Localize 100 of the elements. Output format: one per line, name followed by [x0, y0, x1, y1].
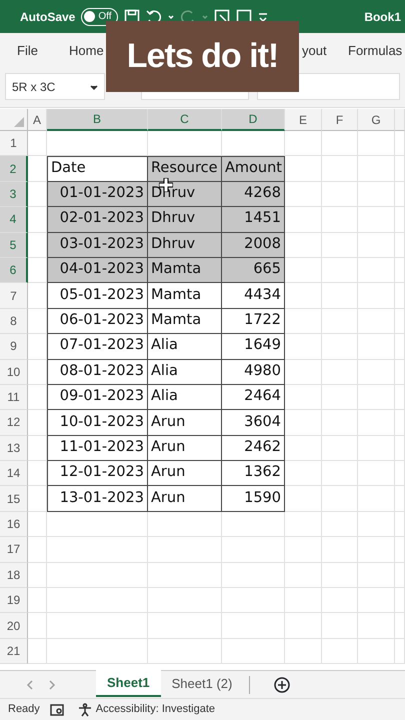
- empty-cell[interactable]: [322, 537, 358, 563]
- table-cell[interactable]: Mamta: [148, 308, 222, 334]
- empty-cell[interactable]: [322, 207, 358, 233]
- empty-cell[interactable]: [222, 562, 285, 588]
- table-cell[interactable]: 12-01-2023: [47, 461, 148, 486]
- empty-cell[interactable]: [395, 182, 405, 208]
- row-header[interactable]: 6: [0, 258, 28, 284]
- empty-cell[interactable]: [358, 588, 395, 614]
- empty-cell[interactable]: [28, 308, 47, 334]
- empty-cell[interactable]: [358, 156, 395, 182]
- table-cell[interactable]: Alia: [148, 360, 222, 385]
- table-cell[interactable]: Amount: [222, 156, 285, 182]
- empty-cell[interactable]: [28, 638, 47, 664]
- column-header[interactable]: E: [285, 109, 322, 131]
- empty-cell[interactable]: [285, 638, 322, 664]
- empty-cell[interactable]: [285, 562, 322, 588]
- empty-cell[interactable]: [395, 461, 405, 486]
- ribbon-tab[interactable]: Home: [69, 41, 104, 60]
- empty-cell[interactable]: [395, 156, 405, 182]
- accessibility-status[interactable]: Accessibility: Investigate: [96, 701, 216, 718]
- empty-cell[interactable]: [358, 334, 395, 360]
- row-header[interactable]: 18: [0, 562, 28, 588]
- sheet-tab[interactable]: Sheet1 (2): [160, 670, 244, 697]
- empty-cell[interactable]: [358, 308, 395, 334]
- empty-cell[interactable]: [222, 638, 285, 664]
- table-cell[interactable]: Arun: [148, 461, 222, 486]
- empty-cell[interactable]: [285, 537, 322, 563]
- row-header[interactable]: 10: [0, 360, 28, 385]
- empty-cell[interactable]: [285, 131, 322, 156]
- empty-cell[interactable]: [322, 283, 358, 309]
- table-cell[interactable]: Mamta: [148, 258, 222, 284]
- empty-cell[interactable]: [28, 156, 47, 182]
- accessibility-icon[interactable]: [78, 702, 92, 716]
- add-sheet-icon[interactable]: [274, 676, 290, 692]
- empty-cell[interactable]: [358, 436, 395, 462]
- empty-cell[interactable]: [322, 232, 358, 258]
- macro-icon[interactable]: [50, 704, 64, 716]
- table-cell[interactable]: 4268: [222, 182, 285, 208]
- empty-cell[interactable]: [358, 258, 395, 284]
- empty-cell[interactable]: [358, 638, 395, 664]
- empty-cell[interactable]: [322, 156, 358, 182]
- empty-cell[interactable]: [322, 562, 358, 588]
- empty-cell[interactable]: [358, 131, 395, 156]
- empty-cell[interactable]: [28, 588, 47, 614]
- empty-cell[interactable]: [285, 461, 322, 486]
- empty-cell[interactable]: [395, 360, 405, 385]
- empty-cell[interactable]: [148, 613, 222, 639]
- select-all-icon[interactable]: [14, 117, 24, 127]
- row-header[interactable]: 5: [0, 232, 28, 258]
- table-cell[interactable]: Arun: [148, 486, 222, 512]
- column-header[interactable]: F: [322, 109, 358, 131]
- empty-cell[interactable]: [28, 537, 47, 563]
- row-header[interactable]: 13: [0, 436, 28, 462]
- table-cell[interactable]: Mamta: [148, 283, 222, 309]
- table-cell[interactable]: 3604: [222, 410, 285, 436]
- empty-cell[interactable]: [28, 613, 47, 639]
- column-header[interactable]: B: [47, 109, 148, 131]
- empty-cell[interactable]: [395, 384, 405, 410]
- empty-cell[interactable]: [285, 613, 322, 639]
- empty-cell[interactable]: [358, 232, 395, 258]
- row-header[interactable]: 9: [0, 334, 28, 360]
- empty-cell[interactable]: [47, 512, 148, 538]
- empty-cell[interactable]: [148, 638, 222, 664]
- empty-cell[interactable]: [358, 182, 395, 208]
- empty-cell[interactable]: [28, 410, 47, 436]
- empty-cell[interactable]: [222, 537, 285, 563]
- empty-cell[interactable]: [222, 613, 285, 639]
- empty-cell[interactable]: [47, 638, 148, 664]
- table-cell[interactable]: 1590: [222, 486, 285, 512]
- row-header[interactable]: 4: [0, 207, 28, 233]
- row-header[interactable]: 15: [0, 486, 28, 512]
- empty-cell[interactable]: [322, 410, 358, 436]
- table-cell[interactable]: 1649: [222, 334, 285, 360]
- empty-cell[interactable]: [358, 613, 395, 639]
- row-header[interactable]: 1: [0, 131, 28, 156]
- row-header[interactable]: 3: [0, 182, 28, 208]
- column-header[interactable]: C: [148, 109, 222, 131]
- table-cell[interactable]: 1722: [222, 308, 285, 334]
- empty-cell[interactable]: [358, 512, 395, 538]
- empty-cell[interactable]: [28, 461, 47, 486]
- ribbon-tab[interactable]: Formulas: [348, 41, 402, 60]
- table-cell[interactable]: 04-01-2023: [47, 258, 148, 284]
- empty-cell[interactable]: [322, 131, 358, 156]
- row-header[interactable]: 16: [0, 512, 28, 538]
- empty-cell[interactable]: [322, 182, 358, 208]
- empty-cell[interactable]: [285, 360, 322, 385]
- table-cell[interactable]: 1451: [222, 207, 285, 233]
- empty-cell[interactable]: [285, 410, 322, 436]
- empty-cell[interactable]: [395, 258, 405, 284]
- empty-cell[interactable]: [222, 512, 285, 538]
- empty-cell[interactable]: [28, 486, 47, 512]
- table-cell[interactable]: 07-01-2023: [47, 334, 148, 360]
- empty-cell[interactable]: [148, 562, 222, 588]
- row-header[interactable]: 2: [0, 156, 28, 182]
- table-cell[interactable]: 4980: [222, 360, 285, 385]
- empty-cell[interactable]: [322, 486, 358, 512]
- table-cell[interactable]: 2464: [222, 384, 285, 410]
- empty-cell[interactable]: [395, 588, 405, 614]
- table-cell[interactable]: Alia: [148, 384, 222, 410]
- empty-cell[interactable]: [358, 207, 395, 233]
